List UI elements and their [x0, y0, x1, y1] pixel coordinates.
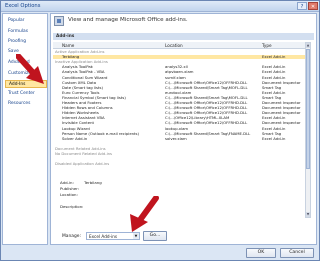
sidebar-item-popular[interactable]: Popular	[5, 17, 47, 25]
table-row[interactable]: Lookup Wizard lookup.xlam Excel Add-in	[53, 125, 305, 131]
cell-name: Disabled Application Add-ins	[55, 161, 110, 167]
sidebar-item-trust-center[interactable]: Trust Center	[5, 90, 47, 98]
cell-type: Document Inspector	[262, 120, 301, 126]
table-row[interactable]: Conditional Sum Wizard sumif.xlam Excel Ad…	[53, 74, 305, 80]
title-bar: Excel Options ? ✕	[1, 1, 319, 12]
table-group-header: No Document Related Add-ins	[53, 152, 305, 156]
panel-heading: View and manage Microsoft Office add-ins…	[68, 17, 188, 23]
cell-location: C:\...\Microsoft Office\Office12\OFFRHD.…	[165, 120, 248, 126]
cell-location: C:\...\Microsoft Office\Office12\OFFRHD.…	[165, 79, 248, 85]
cell-type: Excel Add-in	[262, 69, 286, 75]
cell-location: solver.xlam	[165, 135, 187, 141]
table-row[interactable]: Custom XML Data C:\...\Microsoft Office\O…	[53, 79, 305, 85]
table-row[interactable]: Invisible Content C:\...\Microsoft Office…	[53, 121, 305, 125]
detail-description: Description:	[60, 205, 84, 209]
cell-location: sumif.xlam	[165, 74, 186, 80]
table-header: Name Location Type	[53, 42, 305, 49]
table-row[interactable]: Person Name (Outlook e-mail recipients) C…	[53, 130, 305, 136]
red-arrow-icon-sidebar	[16, 54, 44, 84]
cell-type: Document Inspector	[262, 79, 301, 85]
scroll-up-icon[interactable]: ▲	[306, 43, 310, 48]
cell-name: Invisible Content	[62, 120, 94, 126]
section-title: Add-ins	[53, 33, 314, 40]
table-row[interactable]: Solver Add-in solver.xlam Excel Add-in	[53, 135, 305, 141]
sidebar-item-proofing[interactable]: Proofing	[5, 38, 47, 46]
detail-publisher: Publisher:	[60, 187, 84, 191]
detail-add-in: Add-in: Terbilang	[60, 181, 102, 185]
cell-location: lookup.xlam	[165, 125, 189, 131]
ok-button[interactable]: OK	[246, 248, 276, 258]
sidebar-item-formulas[interactable]: Formulas	[5, 28, 47, 36]
cell-type: Excel Add-in	[262, 135, 286, 141]
red-arrow-icon-go	[130, 196, 159, 232]
window-title: Excel Options	[5, 3, 41, 9]
detail-location: Location:	[60, 193, 84, 197]
cell-type: Excel Add-in	[262, 125, 286, 131]
cell-name: Custom XML Data	[62, 79, 97, 85]
help-button[interactable]: ?	[297, 2, 307, 10]
cell-location: atpvbaen.xlam	[165, 69, 194, 75]
column-header-location[interactable]: Location	[165, 42, 183, 49]
cancel-button[interactable]: Cancel	[280, 248, 314, 258]
cell-type: Smart Tag	[262, 130, 282, 136]
scroll-thumb[interactable]	[306, 49, 310, 169]
detail-publisher-label: Publisher:	[60, 186, 80, 191]
table-group-header: Disabled Application Add-ins	[53, 162, 305, 166]
add-ins-icon	[54, 16, 64, 26]
cell-location: C:\...\Microsoft Shared\Smart Tag\FNAME.…	[165, 130, 251, 136]
close-button[interactable]: ✕	[308, 2, 318, 10]
cell-name: Solver Add-in	[62, 135, 88, 141]
detail-location-label: Location:	[60, 192, 78, 197]
detail-add-in-label: Add-in:	[60, 180, 74, 185]
table-row[interactable]: Analysis ToolPak - VBA atpvbaen.xlam Excel…	[53, 70, 305, 74]
cell-name: Person Name (Outlook e-mail recipients)	[62, 130, 140, 136]
detail-description-label: Description:	[60, 204, 84, 209]
table-scrollbar[interactable]: ▲ ▼	[305, 42, 311, 218]
sidebar-item-resources[interactable]: Resources	[5, 100, 47, 108]
cell-name: Lookup Wizard	[62, 125, 90, 131]
cell-name: Conditional Sum Wizard	[62, 74, 108, 80]
cell-name: No Document Related Add-ins	[55, 151, 113, 156]
column-header-type[interactable]: Type	[262, 42, 272, 49]
cell-type: Excel Add-in	[262, 54, 286, 60]
scroll-down-icon[interactable]: ▼	[306, 212, 310, 217]
options-sidebar: Popular Formulas Proofing Save Advanced …	[2, 13, 48, 245]
cell-name: Analysis ToolPak - VBA	[62, 69, 105, 75]
column-header-name[interactable]: Name	[62, 42, 74, 49]
manage-selected-value: Excel Add-ins	[89, 234, 118, 239]
manage-label: Manage:	[62, 234, 81, 239]
cell-type: Excel Add-in	[262, 74, 286, 80]
detail-add-in-value: Terbilang	[84, 180, 102, 185]
